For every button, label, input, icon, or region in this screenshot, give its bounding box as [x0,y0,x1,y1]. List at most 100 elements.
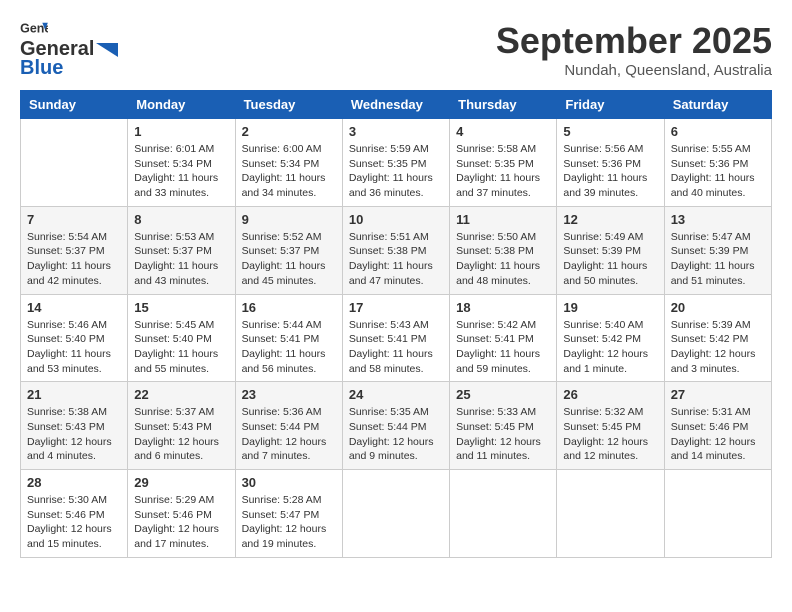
day-info: Sunrise: 5:29 AM Sunset: 5:46 PM Dayligh… [134,493,228,552]
calendar-cell: 12 Sunrise: 5:49 AM Sunset: 5:39 PM Dayli… [557,206,664,294]
calendar-cell: 8 Sunrise: 5:53 AM Sunset: 5:37 PM Daylig… [128,206,235,294]
day-number: 3 [349,124,443,139]
calendar-cell: 16 Sunrise: 5:44 AM Sunset: 5:41 PM Dayli… [235,294,342,382]
calendar-cell [664,470,771,558]
calendar-cell: 1 Sunrise: 6:01 AM Sunset: 5:34 PM Daylig… [128,119,235,207]
calendar-week-row: 21 Sunrise: 5:38 AM Sunset: 5:43 PM Dayli… [21,382,772,470]
location: Nundah, Queensland, Australia [496,62,772,79]
calendar-cell: 13 Sunrise: 5:47 AM Sunset: 5:39 PM Dayli… [664,206,771,294]
weekday-header-sunday: Sunday [21,91,128,119]
day-info: Sunrise: 5:43 AM Sunset: 5:41 PM Dayligh… [349,318,443,377]
calendar-table: SundayMondayTuesdayWednesdayThursdayFrid… [20,90,772,558]
day-info: Sunrise: 5:37 AM Sunset: 5:43 PM Dayligh… [134,405,228,464]
day-info: Sunrise: 5:28 AM Sunset: 5:47 PM Dayligh… [242,493,336,552]
calendar-cell: 19 Sunrise: 5:40 AM Sunset: 5:42 PM Dayli… [557,294,664,382]
day-number: 15 [134,300,228,315]
day-number: 14 [27,300,121,315]
calendar-cell: 24Sunrise: 5:35 AM Sunset: 5:44 PM Dayli… [342,382,449,470]
weekday-header-saturday: Saturday [664,91,771,119]
logo-flag-icon [96,43,118,57]
day-number: 29 [134,475,228,490]
calendar-cell: 6 Sunrise: 5:55 AM Sunset: 5:36 PM Daylig… [664,119,771,207]
calendar-cell: 17Sunrise: 5:43 AM Sunset: 5:41 PM Dayli… [342,294,449,382]
day-number: 2 [242,124,336,139]
calendar-cell: 22 Sunrise: 5:37 AM Sunset: 5:43 PM Dayli… [128,382,235,470]
day-info: Sunrise: 5:39 AM Sunset: 5:42 PM Dayligh… [671,318,765,377]
calendar-cell: 18Sunrise: 5:42 AM Sunset: 5:41 PM Dayli… [450,294,557,382]
day-info: Sunrise: 5:33 AM Sunset: 5:45 PM Dayligh… [456,405,550,464]
day-number: 20 [671,300,765,315]
calendar-cell: 7 Sunrise: 5:54 AM Sunset: 5:37 PM Daylig… [21,206,128,294]
day-number: 8 [134,212,228,227]
day-number: 23 [242,387,336,402]
day-info: Sunrise: 5:49 AM Sunset: 5:39 PM Dayligh… [563,230,657,289]
calendar-cell: 28Sunrise: 5:30 AM Sunset: 5:46 PM Dayli… [21,470,128,558]
month-title: September 2025 [496,20,772,62]
day-number: 10 [349,212,443,227]
day-number: 16 [242,300,336,315]
day-info: Sunrise: 6:01 AM Sunset: 5:34 PM Dayligh… [134,142,228,201]
day-number: 19 [563,300,657,315]
calendar-cell: 2 Sunrise: 6:00 AM Sunset: 5:34 PM Daylig… [235,119,342,207]
calendar-week-row: 28Sunrise: 5:30 AM Sunset: 5:46 PM Dayli… [21,470,772,558]
day-info: Sunrise: 5:50 AM Sunset: 5:38 PM Dayligh… [456,230,550,289]
calendar-cell: 25 Sunrise: 5:33 AM Sunset: 5:45 PM Dayli… [450,382,557,470]
weekday-header-thursday: Thursday [450,91,557,119]
weekday-header-monday: Monday [128,91,235,119]
day-info: Sunrise: 5:56 AM Sunset: 5:36 PM Dayligh… [563,142,657,201]
calendar-cell: 14 Sunrise: 5:46 AM Sunset: 5:40 PM Dayli… [21,294,128,382]
day-info: Sunrise: 5:40 AM Sunset: 5:42 PM Dayligh… [563,318,657,377]
day-number: 7 [27,212,121,227]
calendar-cell: 10 Sunrise: 5:51 AM Sunset: 5:38 PM Dayli… [342,206,449,294]
day-info: Sunrise: 5:59 AM Sunset: 5:35 PM Dayligh… [349,142,443,201]
day-number: 22 [134,387,228,402]
calendar-cell: 15Sunrise: 5:45 AM Sunset: 5:40 PM Dayli… [128,294,235,382]
day-number: 5 [563,124,657,139]
day-number: 13 [671,212,765,227]
weekday-header-friday: Friday [557,91,664,119]
logo: General General Blue [20,20,118,80]
day-number: 27 [671,387,765,402]
day-info: Sunrise: 5:35 AM Sunset: 5:44 PM Dayligh… [349,405,443,464]
day-number: 12 [563,212,657,227]
day-info: Sunrise: 5:38 AM Sunset: 5:43 PM Dayligh… [27,405,121,464]
calendar-cell: 27 Sunrise: 5:31 AM Sunset: 5:46 PM Dayli… [664,382,771,470]
weekday-header-row: SundayMondayTuesdayWednesdayThursdayFrid… [21,91,772,119]
day-info: Sunrise: 5:54 AM Sunset: 5:37 PM Dayligh… [27,230,121,289]
calendar-cell: 5 Sunrise: 5:56 AM Sunset: 5:36 PM Daylig… [557,119,664,207]
calendar-cell: 23 Sunrise: 5:36 AM Sunset: 5:44 PM Dayli… [235,382,342,470]
day-info: Sunrise: 5:52 AM Sunset: 5:37 PM Dayligh… [242,230,336,289]
day-info: Sunrise: 5:36 AM Sunset: 5:44 PM Dayligh… [242,405,336,464]
day-number: 26 [563,387,657,402]
calendar-cell: 30 Sunrise: 5:28 AM Sunset: 5:47 PM Dayli… [235,470,342,558]
day-info: Sunrise: 5:30 AM Sunset: 5:46 PM Dayligh… [27,493,121,552]
calendar-cell [21,119,128,207]
day-number: 1 [134,124,228,139]
calendar-cell: 11Sunrise: 5:50 AM Sunset: 5:38 PM Dayli… [450,206,557,294]
calendar-week-row: 1 Sunrise: 6:01 AM Sunset: 5:34 PM Daylig… [21,119,772,207]
calendar-cell: 21 Sunrise: 5:38 AM Sunset: 5:43 PM Dayli… [21,382,128,470]
page-header: General General Blue September 2025 Nund… [20,20,772,80]
day-number: 25 [456,387,550,402]
day-info: Sunrise: 5:31 AM Sunset: 5:46 PM Dayligh… [671,405,765,464]
title-section: September 2025 Nundah, Queensland, Austr… [496,20,772,79]
day-number: 6 [671,124,765,139]
calendar-cell [450,470,557,558]
calendar-week-row: 7 Sunrise: 5:54 AM Sunset: 5:37 PM Daylig… [21,206,772,294]
day-number: 21 [27,387,121,402]
day-info: Sunrise: 6:00 AM Sunset: 5:34 PM Dayligh… [242,142,336,201]
calendar-cell: 29 Sunrise: 5:29 AM Sunset: 5:46 PM Dayli… [128,470,235,558]
day-info: Sunrise: 5:47 AM Sunset: 5:39 PM Dayligh… [671,230,765,289]
calendar-cell: 3 Sunrise: 5:59 AM Sunset: 5:35 PM Daylig… [342,119,449,207]
day-info: Sunrise: 5:51 AM Sunset: 5:38 PM Dayligh… [349,230,443,289]
day-number: 18 [456,300,550,315]
day-number: 9 [242,212,336,227]
logo-icon: General [20,20,48,38]
logo-blue: Blue [20,57,63,80]
day-info: Sunrise: 5:46 AM Sunset: 5:40 PM Dayligh… [27,318,121,377]
day-info: Sunrise: 5:44 AM Sunset: 5:41 PM Dayligh… [242,318,336,377]
day-number: 30 [242,475,336,490]
calendar-cell: 26Sunrise: 5:32 AM Sunset: 5:45 PM Dayli… [557,382,664,470]
day-info: Sunrise: 5:55 AM Sunset: 5:36 PM Dayligh… [671,142,765,201]
day-info: Sunrise: 5:53 AM Sunset: 5:37 PM Dayligh… [134,230,228,289]
